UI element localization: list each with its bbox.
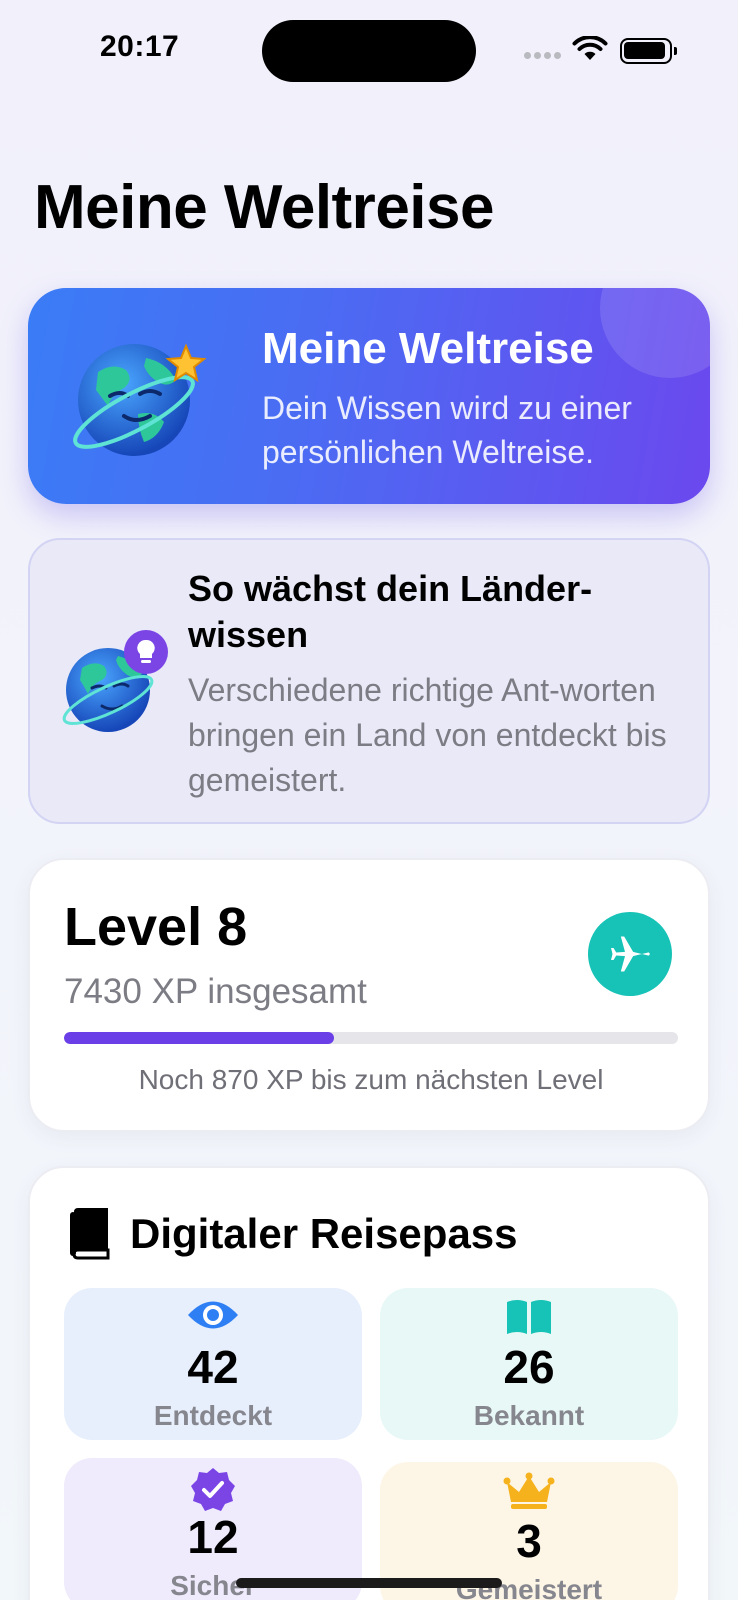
stat-value: 26	[503, 1341, 555, 1393]
stat-value: 42	[187, 1341, 239, 1393]
stat-value: 12	[187, 1511, 239, 1563]
level-xp-total: 7430 XP insgesamt	[64, 972, 367, 1011]
passport-card: Digitaler Reisepass 42 Entdeckt 26 Bekan…	[28, 1166, 710, 1600]
stat-label: Bekannt	[473, 1400, 585, 1431]
eye-icon	[188, 1301, 238, 1329]
page-title: Meine Weltreise	[34, 173, 494, 242]
stat-tile-bekannt[interactable]: 26 Bekannt	[380, 1288, 678, 1440]
crown-icon	[503, 1472, 555, 1509]
open-book-icon	[507, 1300, 551, 1334]
battery-icon	[620, 38, 677, 64]
airplane-button[interactable]	[588, 912, 672, 996]
home-indicator[interactable]	[236, 1578, 502, 1588]
passport-title: Digitaler Reisepass	[130, 1210, 518, 1257]
stat-tile-entdeckt[interactable]: 42 Entdeckt	[64, 1288, 362, 1440]
level-remaining-xp: Noch 870 XP bis zum nächsten Level	[138, 1064, 604, 1095]
stat-label: Entdeckt	[153, 1400, 273, 1431]
cellular-signal-icon	[524, 52, 562, 60]
airplane-icon	[611, 936, 650, 972]
hero-title: Meine Weltreise	[262, 324, 594, 373]
status-time: 20:17	[100, 30, 180, 63]
globe-lightbulb-icon	[62, 630, 168, 732]
dynamic-island	[262, 20, 476, 82]
stat-value: 3	[516, 1515, 542, 1567]
hero-subtitle: Dein Wissen wird zu einer persönlichen W…	[262, 390, 632, 470]
tip-title: So wächst dein Länder-wissen	[188, 568, 593, 655]
check-badge-icon	[191, 1468, 235, 1511]
xp-progress-fill	[64, 1032, 335, 1044]
decorative-circle	[600, 288, 710, 378]
book-icon	[70, 1208, 110, 1260]
tip-text: Verschiedene richtige Ant-worten bringen…	[188, 672, 667, 798]
level-card[interactable]: Level 8 7430 XP insgesamt Noch 870 XP bi…	[28, 858, 710, 1132]
globe-mascot-icon	[73, 343, 207, 456]
status-bar: 20:17	[0, 0, 738, 100]
tip-card[interactable]: So wächst dein Länder-wissen Verschieden…	[28, 538, 710, 824]
wifi-icon	[572, 36, 608, 60]
level-title: Level 8	[64, 897, 248, 957]
xp-progress-bar	[64, 1032, 678, 1044]
hero-card[interactable]: Meine Weltreise Dein Wissen wird zu eine…	[28, 288, 710, 504]
